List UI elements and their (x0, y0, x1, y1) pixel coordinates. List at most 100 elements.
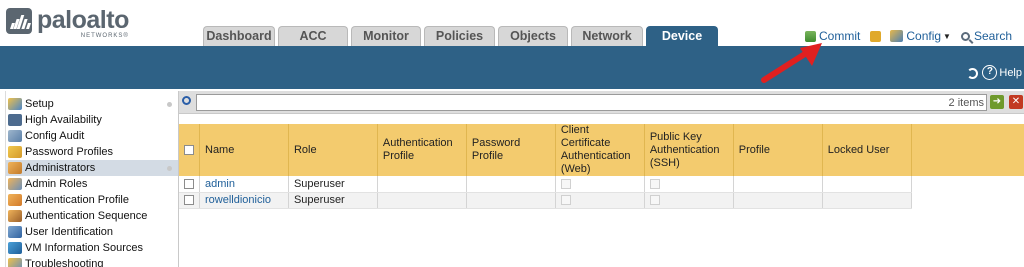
config-menu[interactable]: Config ▼ (890, 29, 951, 43)
locked-user-cell (822, 192, 912, 209)
apply-filter-button[interactable]: ➜ (990, 95, 1004, 109)
lock-button[interactable] (870, 30, 884, 42)
commit-label: Commit (819, 29, 861, 43)
column-header-authentication-profile[interactable]: Authentication Profile (377, 124, 467, 176)
column-header-locked-user[interactable]: Locked User (822, 124, 912, 176)
tab-dashboard[interactable]: Dashboard (203, 26, 275, 46)
search-icon (960, 31, 970, 41)
column-header-profile[interactable]: Profile (733, 124, 823, 176)
high-availability-icon (8, 114, 22, 126)
column-header-public-key-authentication[interactable]: Public Key Authentication (SSH) (644, 124, 734, 176)
column-header-role[interactable]: Role (288, 124, 378, 176)
chevron-down-icon: ▼ (943, 31, 951, 41)
sidebar-item-admin-roles[interactable]: Admin Roles (6, 176, 178, 192)
sidebar-item-config-audit[interactable]: Config Audit (6, 128, 178, 144)
authentication-sequence-icon (8, 210, 22, 222)
sidebar-item-label: Config Audit (25, 130, 85, 142)
help-icon: ? (982, 65, 998, 80)
tab-device[interactable]: Device (646, 26, 718, 47)
client-certificate-checkbox (560, 195, 571, 206)
sidebar-item-setup[interactable]: Setup (6, 96, 178, 112)
sidebar-item-label: Authentication Profile (25, 194, 129, 206)
column-header-filler (911, 124, 1024, 176)
column-header-name[interactable]: Name (199, 124, 289, 176)
password-profile-cell (466, 192, 556, 209)
admin-roles-icon (8, 178, 22, 190)
sidebar-item-label: User Identification (25, 226, 114, 238)
sidebar-item-password-profiles[interactable]: Password Profiles (6, 144, 178, 160)
expand-dot-icon (167, 102, 172, 107)
role-cell: Superuser (288, 192, 378, 209)
search-icon (182, 96, 191, 105)
top-header: paloalto NETWORKS® Dashboard ACC Monitor… (0, 0, 1024, 47)
tab-network[interactable]: Network (571, 26, 643, 46)
column-header-client-certificate-authentication[interactable]: Client Certificate Authentication (Web) (555, 124, 645, 176)
sidebar-item-administrators[interactable]: Administrators (6, 160, 178, 176)
sidebar-item-troubleshooting[interactable]: Troubleshooting (6, 256, 178, 267)
sidebar-item-label: High Availability (25, 114, 102, 126)
filler-cell (911, 176, 1024, 192)
password-profiles-icon (8, 146, 22, 158)
locked-user-cell (822, 176, 912, 193)
main-tabs: Dashboard ACC Monitor Policies Objects N… (203, 26, 721, 47)
sidebar-item-label: Troubleshooting (25, 258, 104, 267)
search-label: Search (973, 29, 1012, 43)
tab-acc[interactable]: ACC (278, 26, 348, 46)
sidebar-item-authentication-profile[interactable]: Authentication Profile (6, 192, 178, 208)
setup-icon (8, 98, 22, 110)
filler-cell (911, 192, 1024, 208)
items-count: 2 items (948, 97, 984, 109)
commit-button[interactable]: Commit (805, 29, 860, 43)
sidebar-item-high-availability[interactable]: High Availability (6, 112, 178, 128)
sidebar-item-authentication-sequence[interactable]: Authentication Sequence (6, 208, 178, 224)
role-cell: Superuser (288, 176, 378, 193)
user-identification-icon (8, 226, 22, 238)
column-header-password-profile[interactable]: Password Profile (466, 124, 556, 176)
troubleshooting-icon (8, 258, 22, 267)
config-audit-icon (8, 130, 22, 142)
filter-input[interactable] (196, 94, 987, 111)
public-key-checkbox (649, 195, 660, 206)
tab-objects[interactable]: Objects (498, 26, 568, 46)
sidebar-item-label: Setup (25, 98, 54, 110)
public-key-checkbox (649, 178, 660, 189)
table-row[interactable]: rowelldionicio Superuser (179, 192, 1024, 209)
administrators-panel: 2 items ➜ ✕ Name Role Authentication Pro… (179, 91, 1024, 267)
sidebar-item-label: Administrators (25, 162, 96, 174)
client-certificate-checkbox (560, 178, 571, 189)
sidebar-item-user-identification[interactable]: User Identification (6, 224, 178, 240)
row-checkbox[interactable] (184, 178, 194, 189)
refresh-icon[interactable] (967, 68, 978, 79)
config-label: Config (906, 29, 942, 43)
expand-dot-icon (167, 166, 172, 171)
profile-cell (733, 192, 823, 209)
filter-bar: 2 items ➜ ✕ (179, 91, 1024, 114)
password-profile-cell (466, 176, 556, 193)
paloalto-logo: paloalto NETWORKS® (6, 8, 129, 39)
sidebar-item-label: Authentication Sequence (25, 210, 148, 222)
device-sidebar: Setup High Availability Config Audit Pas… (5, 91, 179, 267)
profile-cell (733, 176, 823, 193)
authentication-profile-cell (377, 192, 467, 209)
sidebar-item-label: Password Profiles (25, 146, 114, 158)
help-button[interactable]: ? Help (982, 65, 1022, 80)
administrators-icon (8, 162, 22, 174)
config-icon (890, 30, 904, 42)
row-checkbox[interactable] (184, 195, 194, 206)
tab-monitor[interactable]: Monitor (351, 26, 421, 46)
search-button[interactable]: Search (960, 29, 1012, 43)
select-all-checkbox[interactable] (184, 144, 194, 155)
paloalto-logo-icon (6, 8, 32, 34)
tab-policies[interactable]: Policies (424, 26, 495, 46)
clear-filter-button[interactable]: ✕ (1009, 95, 1023, 109)
top-actions: Commit Config ▼ Search (795, 29, 1012, 43)
authentication-profile-cell (377, 176, 467, 193)
admin-name-link[interactable]: admin (205, 178, 235, 190)
sidebar-item-vm-information-sources[interactable]: VM Information Sources (6, 240, 178, 256)
admin-name-link[interactable]: rowelldionicio (205, 194, 271, 206)
sidebar-item-label: Admin Roles (25, 178, 88, 190)
commit-icon (805, 30, 817, 42)
table-row[interactable]: admin Superuser (179, 176, 1024, 193)
lock-icon (870, 30, 882, 42)
select-all-header (179, 124, 200, 176)
